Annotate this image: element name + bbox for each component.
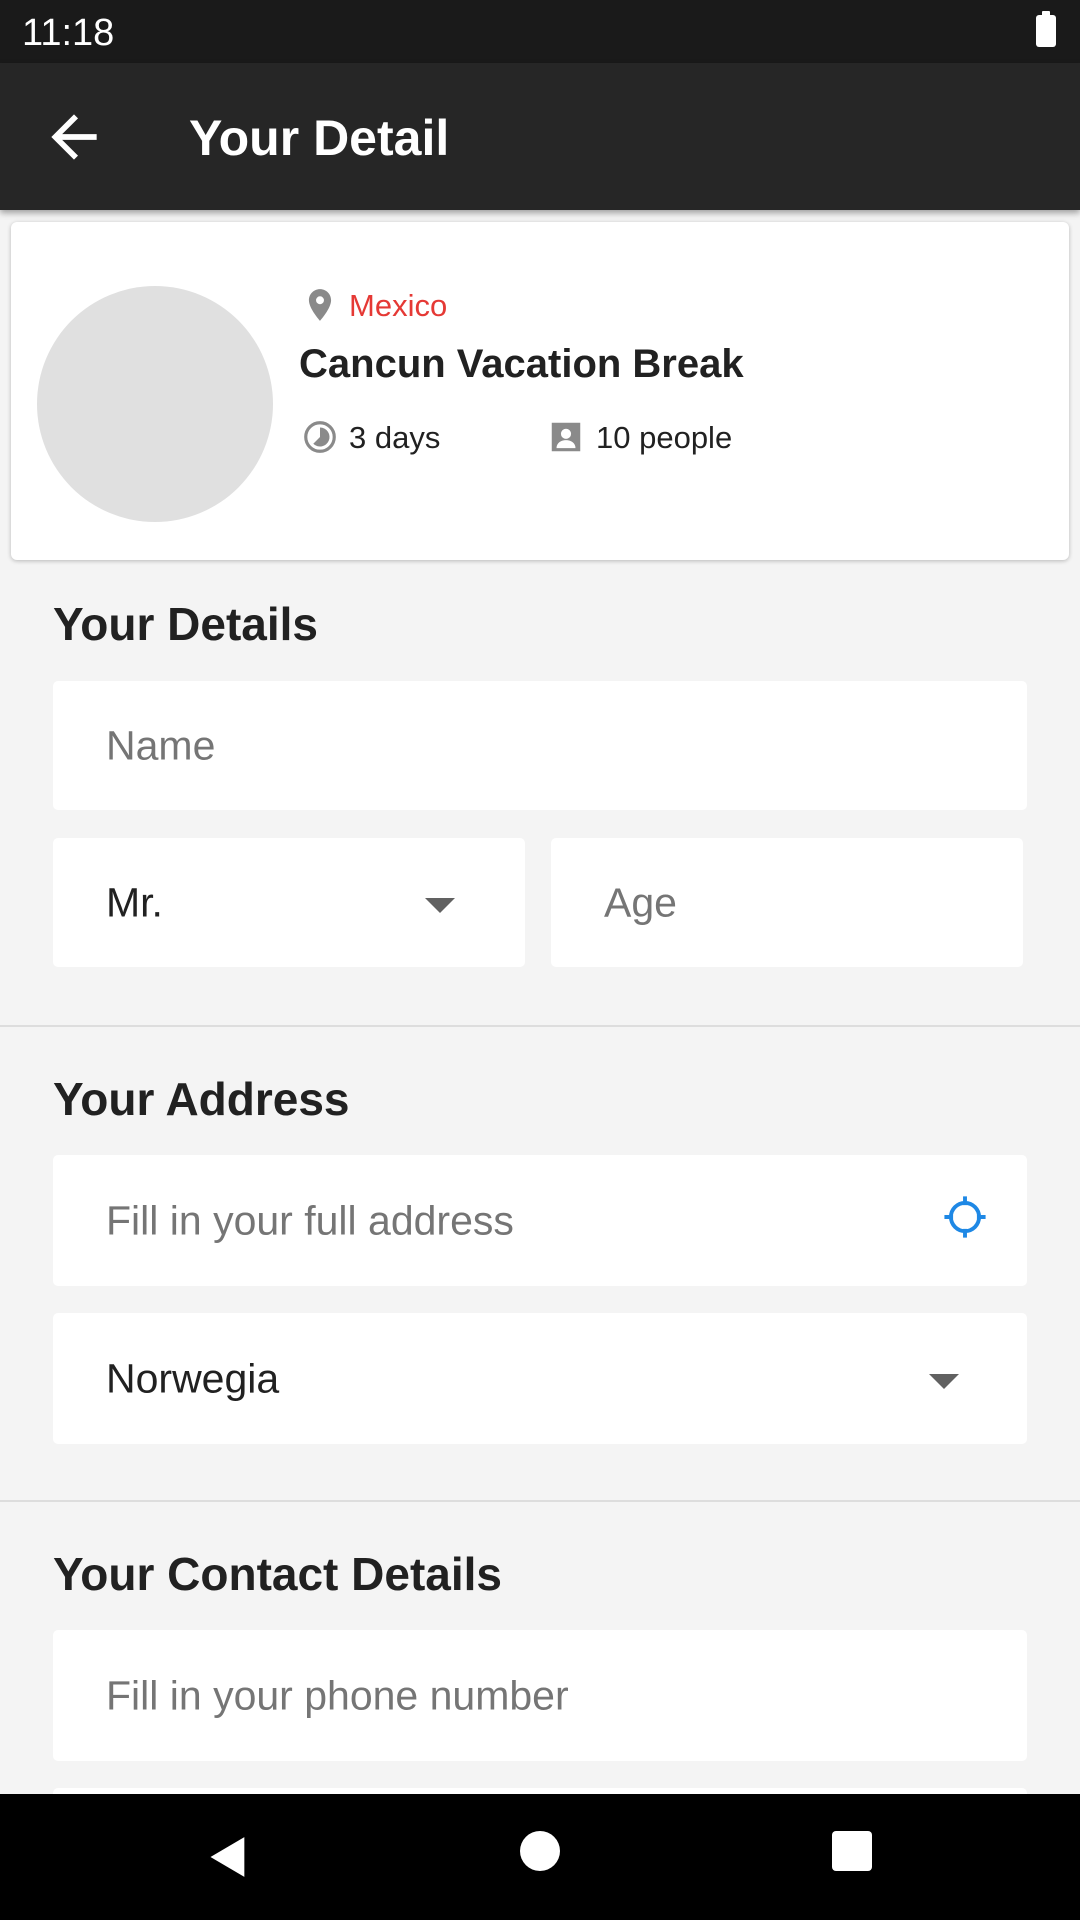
country-select-value: Norwegia xyxy=(106,1355,280,1401)
location-pin-icon xyxy=(308,289,332,321)
battery-icon xyxy=(1036,11,1056,47)
app-bar: Your Detail xyxy=(0,63,1080,210)
phone-field[interactable]: Fill in your phone number xyxy=(53,1630,1027,1761)
status-bar: 11:18 xyxy=(0,0,1080,63)
gps-locate-icon[interactable] xyxy=(939,1191,991,1243)
nav-home-icon[interactable] xyxy=(520,1831,560,1871)
person-icon xyxy=(551,422,581,452)
title-select-value: Mr. xyxy=(106,879,163,925)
page-title: Your Detail xyxy=(189,110,450,166)
dropdown-arrow-icon xyxy=(929,1373,959,1389)
dropdown-arrow-icon xyxy=(425,897,455,913)
section-title-contact: Your Contact Details xyxy=(53,1548,502,1600)
age-placeholder: Age xyxy=(604,879,677,925)
tour-summary-card: Mexico Cancun Vacation Break 3 days 10 p… xyxy=(11,222,1069,560)
title-select[interactable]: Mr. xyxy=(53,838,525,967)
timelapse-icon xyxy=(304,421,336,453)
tour-people: 10 people xyxy=(596,420,733,455)
tour-duration: 3 days xyxy=(349,420,441,455)
section-title-address: Your Address xyxy=(53,1073,350,1125)
name-field[interactable]: Name xyxy=(53,681,1027,810)
section-title-details: Your Details xyxy=(53,598,318,650)
system-nav-bar xyxy=(0,1794,1080,1920)
section-divider xyxy=(0,1025,1080,1027)
address-field[interactable]: Fill in your full address xyxy=(53,1155,1027,1286)
phone-placeholder: Fill in your phone number xyxy=(106,1672,569,1718)
tour-location: Mexico xyxy=(349,288,448,323)
section-divider xyxy=(0,1500,1080,1502)
nav-recents-icon[interactable] xyxy=(832,1831,872,1871)
name-placeholder: Name xyxy=(106,722,216,768)
nav-back-icon[interactable] xyxy=(200,1829,256,1885)
country-select[interactable]: Norwegia xyxy=(53,1313,1027,1444)
arrow-back-icon xyxy=(51,114,97,160)
back-button[interactable] xyxy=(40,103,108,171)
status-time: 11:18 xyxy=(22,12,115,54)
age-field[interactable]: Age xyxy=(551,838,1023,967)
tour-name: Cancun Vacation Break xyxy=(299,342,744,386)
tour-image xyxy=(37,286,273,522)
address-placeholder: Fill in your full address xyxy=(106,1197,514,1243)
